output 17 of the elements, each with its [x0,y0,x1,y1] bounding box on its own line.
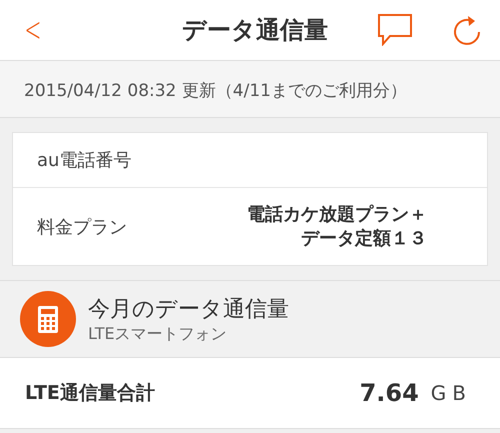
unit-label: GB [430,381,472,405]
section-subtitle: LTEスマートフォン [88,324,228,344]
total-label: LTE通信量合計 [25,381,156,406]
refresh-button[interactable] [452,14,482,46]
total-value: 7.64 [360,379,419,407]
section-title: 今月のデータ通信量 [88,296,289,324]
field-label: au電話番号 [37,149,132,172]
refresh-icon [452,14,482,46]
comment-button[interactable] [378,14,412,46]
plan-name-line: データ定額１３ [300,226,427,250]
back-button[interactable]: < [24,13,38,47]
speech-bubble-icon [378,14,412,46]
calculator-icon [20,291,76,347]
page-title: データ通信量 [182,15,329,46]
plan-name-line: 電話カケ放題プラン＋ [246,202,427,226]
field-label: 料金プラン [37,216,128,238]
update-note: 2015/04/12 08:32 更新（4/11までのご利用分） [24,81,407,101]
